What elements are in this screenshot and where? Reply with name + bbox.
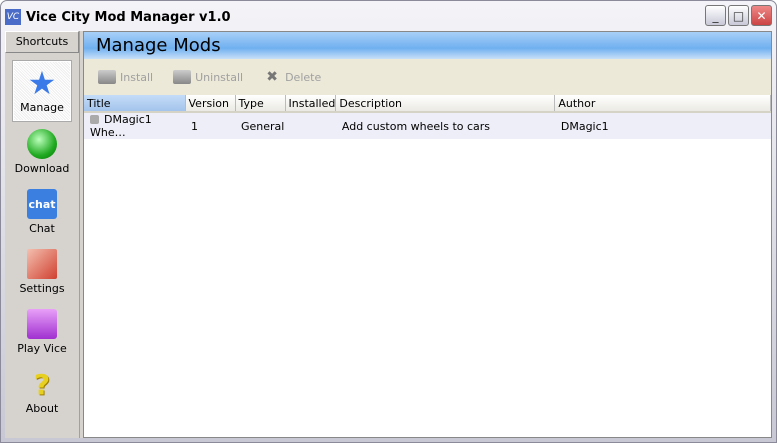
- app-window: VC Vice City Mod Manager v1.0 _ □ ✕ Shor…: [0, 0, 777, 443]
- cell-type: General: [235, 112, 285, 139]
- column-header-title[interactable]: Title: [84, 95, 186, 113]
- column-header-author[interactable]: Author: [554, 95, 771, 113]
- column-header-type[interactable]: Type: [235, 95, 286, 113]
- sidebar-item-manage[interactable]: ★ Manage: [12, 60, 72, 122]
- sidebar-item-chat[interactable]: chat Chat: [9, 181, 75, 241]
- column-header-description[interactable]: Description: [335, 95, 556, 113]
- sidebar-item-label: About: [25, 402, 59, 415]
- delete-button[interactable]: ✖ Delete: [263, 70, 321, 84]
- cell-description: Add custom wheels to cars: [335, 112, 555, 139]
- sidebar-item-label: Manage: [20, 101, 64, 114]
- cell-version: 1: [185, 112, 235, 139]
- cell-author: DMagic1: [554, 112, 771, 139]
- drive-icon: [173, 70, 192, 84]
- table-row[interactable]: DMagic1 Whe… 1 General Add custom wheels…: [84, 112, 771, 139]
- shortcuts-header[interactable]: Shortcuts: [5, 31, 79, 53]
- maximize-button[interactable]: □: [728, 5, 749, 26]
- column-header-installed[interactable]: Installed: [285, 95, 337, 113]
- mods-table: Title Version Type Installed Description…: [84, 95, 771, 139]
- sidebar-item-label: Settings: [19, 282, 65, 295]
- column-header-version[interactable]: Version: [185, 95, 236, 113]
- cell-installed: [285, 112, 336, 139]
- drive-icon: [98, 70, 116, 84]
- window-title: Vice City Mod Manager v1.0: [26, 9, 231, 25]
- sidebar-item-download[interactable]: Download: [9, 121, 75, 181]
- question-icon: ?: [33, 367, 51, 401]
- uninstall-label: Uninstall: [195, 70, 244, 84]
- play-icon: [27, 309, 57, 339]
- row-checkbox[interactable]: [90, 115, 99, 124]
- page-title: Manage Mods: [84, 32, 771, 59]
- chat-icon: chat: [27, 189, 57, 219]
- uninstall-button[interactable]: Uninstall: [173, 70, 243, 84]
- settings-icon: [27, 249, 57, 279]
- sidebar-item-label: Download: [14, 162, 70, 175]
- sidebar-item-label: Play Vice: [17, 342, 67, 355]
- shortcuts-sidebar: Shortcuts ★ Manage Download chat Chat Sett…: [5, 31, 80, 438]
- minimize-button[interactable]: _: [705, 5, 726, 26]
- sidebar-item-settings[interactable]: Settings: [9, 241, 75, 301]
- install-label: Install: [120, 70, 154, 84]
- toolbar: Install Uninstall ✖ Delete: [84, 59, 771, 95]
- app-icon: VC: [5, 9, 21, 25]
- globe-icon: [27, 129, 57, 159]
- main-panel: Manage Mods Install Uninstall ✖ Delete Ti…: [83, 31, 772, 438]
- delete-x-icon: ✖: [266, 69, 278, 85]
- sidebar-item-play-vice[interactable]: Play Vice: [9, 301, 75, 361]
- sidebar-item-label: Chat: [29, 222, 55, 235]
- sidebar-item-about[interactable]: ? About: [9, 361, 75, 421]
- delete-label: Delete: [285, 70, 322, 84]
- cell-title: DMagic1 Whe…: [90, 113, 152, 139]
- close-button[interactable]: ✕: [751, 5, 772, 26]
- title-bar: VC Vice City Mod Manager v1.0: [5, 4, 772, 30]
- install-button[interactable]: Install: [98, 70, 153, 84]
- star-icon: ★: [27, 64, 57, 102]
